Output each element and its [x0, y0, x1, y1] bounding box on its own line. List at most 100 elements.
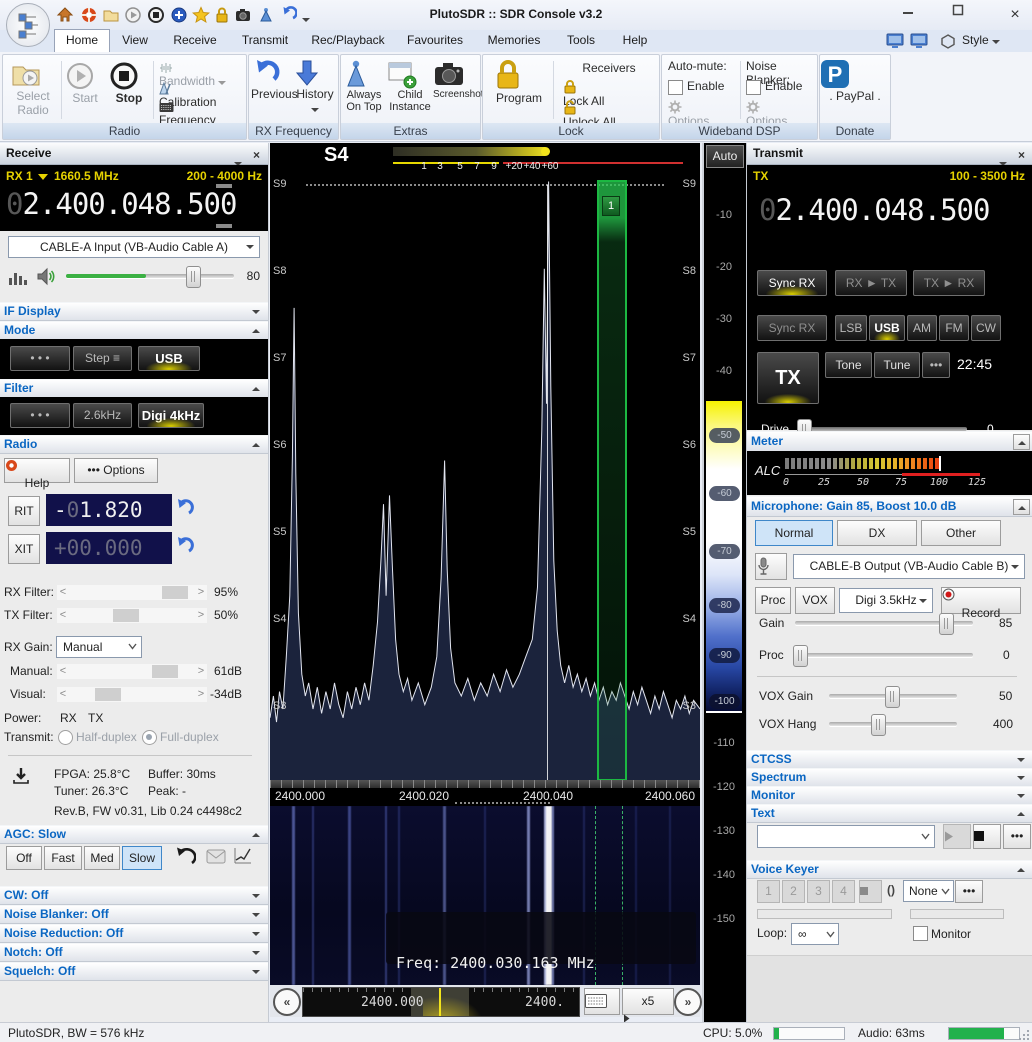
tx-bandwidth-select[interactable]: Digi 3.5kHz	[839, 588, 933, 613]
tx-frequency-digits[interactable]: 02.400.048.500	[759, 193, 989, 227]
vk-more-button[interactable]: •••	[955, 880, 983, 903]
tab-favourites[interactable]: Favourites	[398, 30, 472, 51]
rx-filter-scrollbar[interactable]: <>	[56, 584, 208, 601]
mode-more-button[interactable]: • • •	[10, 346, 70, 371]
noise-blanker-checkbox[interactable]	[746, 80, 761, 95]
tab-view[interactable]: View	[112, 30, 158, 51]
agc-undo-icon[interactable]	[172, 847, 196, 867]
vk-button-2[interactable]: 2	[782, 880, 805, 903]
xit-display[interactable]: +00.000	[46, 532, 172, 564]
mic-profile-other[interactable]: Other	[921, 520, 1001, 546]
vk-monitor-checkbox[interactable]	[913, 926, 928, 941]
monitor-2-icon[interactable]	[910, 33, 930, 49]
resize-grip[interactable]	[1018, 1029, 1030, 1041]
tone-button[interactable]: Tone	[825, 352, 872, 378]
tx-transmit-button[interactable]: TX	[757, 352, 819, 404]
vox-hang-knob[interactable]	[871, 714, 886, 736]
hexagon-icon[interactable]	[940, 34, 956, 49]
tab-help[interactable]: Help	[612, 30, 658, 51]
half-duplex-radio[interactable]	[58, 730, 73, 745]
section-noise-blanker[interactable]: Noise Blanker: Off	[0, 905, 268, 924]
auto-mute-enable[interactable]: Enable	[668, 79, 738, 100]
vk-preset-select[interactable]: None	[903, 880, 954, 902]
mode-usb-button[interactable]: USB	[138, 346, 200, 371]
app-menu-button[interactable]	[6, 3, 50, 47]
tab-transmit[interactable]: Transmit	[232, 30, 298, 51]
noise-blanker-enable[interactable]: Enable	[746, 79, 816, 100]
section-noise-reduction[interactable]: Noise Reduction: Off	[0, 924, 268, 943]
tx-mode-lsb[interactable]: LSB	[835, 315, 867, 341]
tx-mode-am[interactable]: AM	[907, 315, 937, 341]
section-filter[interactable]: Filter	[0, 379, 268, 398]
tab-rec-playback[interactable]: Rec/Playback	[304, 30, 392, 51]
maximize-button[interactable]	[952, 4, 982, 26]
splitter-handle[interactable]	[455, 802, 550, 804]
filter-26khz-button[interactable]: 2.6kHz	[73, 403, 132, 428]
lock-all-button[interactable]: Lock All	[563, 79, 655, 100]
radio-help-button[interactable]: Help	[4, 458, 70, 483]
auto-range-button[interactable]: Auto	[706, 145, 744, 168]
radio-options-button[interactable]: ••• Options	[74, 458, 158, 483]
digit-up-tick[interactable]	[216, 184, 232, 188]
channel-marker-band[interactable]: 1	[597, 180, 627, 780]
panel-close-icon[interactable]: ×	[1018, 145, 1025, 166]
proc-button[interactable]: Proc	[755, 587, 791, 614]
panel-close-icon[interactable]: ×	[253, 145, 260, 166]
tx-filter-scrollbar[interactable]: <>	[56, 607, 208, 624]
tab-home[interactable]: Home	[54, 29, 110, 53]
section-microphone[interactable]: Microphone: Gain 85, Boost 10.0 dB	[747, 496, 1032, 517]
mic-profile-normal[interactable]: Normal	[755, 520, 833, 546]
style-menu[interactable]: Style	[962, 33, 1000, 47]
record-button[interactable]: Record	[941, 587, 1021, 614]
screenshot-button[interactable]: Screenshot	[433, 59, 479, 100]
full-duplex-radio[interactable]	[142, 730, 157, 745]
tx-mode-fm[interactable]: FM	[939, 315, 969, 341]
vk-button-3[interactable]: 3	[807, 880, 830, 903]
section-radio[interactable]: Radio	[0, 435, 268, 454]
tune-button[interactable]: Tune	[874, 352, 920, 378]
tx-mode-cw[interactable]: CW	[971, 315, 1001, 341]
section-mode[interactable]: Mode	[0, 321, 268, 340]
program-lock-button[interactable]: Program	[493, 59, 545, 105]
manual-gain-scrollbar[interactable]: <>	[56, 663, 208, 680]
power-tx[interactable]: TX	[88, 711, 103, 725]
spectrum-plot[interactable]: 1 S9 S8 S7 S6 S5 S4 S3 S9 S8 S7 S6 S5 S4…	[270, 170, 700, 780]
vox-gain-knob[interactable]	[885, 686, 900, 708]
agc-med-button[interactable]: Med	[84, 846, 120, 870]
bandwidth-button[interactable]: Bandwidth	[159, 62, 243, 82]
text-play-button[interactable]	[943, 824, 971, 849]
tx-to-rx-button[interactable]: TX ► RX	[913, 270, 985, 296]
agc-off-button[interactable]: Off	[6, 846, 42, 870]
keyboard-entry-button[interactable]	[584, 988, 620, 1015]
mic-select-button[interactable]	[755, 553, 787, 580]
section-if-display[interactable]: IF Display	[0, 302, 268, 321]
section-ctcss[interactable]: CTCSS	[747, 750, 1032, 769]
collapse-button[interactable]	[1013, 434, 1030, 450]
visual-gain-scrollbar[interactable]: <>	[56, 686, 208, 703]
rit-display[interactable]: -01.820	[46, 494, 172, 526]
power-rx[interactable]: RX	[60, 711, 77, 725]
rit-reset-icon[interactable]	[172, 498, 194, 520]
rx-dropdown-icon[interactable]	[38, 174, 48, 180]
section-tx-spectrum[interactable]: Spectrum	[747, 768, 1032, 787]
frequency-ruler[interactable]	[270, 780, 700, 788]
section-meter[interactable]: Meter	[747, 431, 1032, 452]
mic-profile-dx[interactable]: DX	[837, 520, 917, 546]
gain-slider-knob[interactable]	[939, 613, 954, 635]
tab-receive[interactable]: Receive	[164, 30, 226, 51]
scroll-right-button[interactable]: »	[674, 988, 702, 1016]
section-notch[interactable]: Notch: Off	[0, 943, 268, 962]
loop-select[interactable]: ∞	[791, 923, 839, 945]
tx-sync-rx-button[interactable]: Sync RX	[757, 315, 827, 341]
auto-mute-checkbox[interactable]	[668, 80, 683, 95]
section-text[interactable]: Text	[747, 804, 1032, 823]
waterfall[interactable]: Freq: 2400.030.163 MHz Span: ±35.017 kHz	[270, 806, 700, 985]
vox-button[interactable]: VOX	[795, 587, 835, 614]
agc-fast-button[interactable]: Fast	[44, 846, 82, 870]
text-stop-button[interactable]	[973, 824, 1001, 849]
history-button[interactable]: History	[295, 59, 335, 115]
section-squelch[interactable]: Squelch: Off	[0, 962, 268, 981]
rit-button[interactable]: RIT	[8, 496, 40, 526]
paypal-button[interactable]: P . PayPal .	[820, 59, 890, 103]
sync-rx-button[interactable]: Sync RX	[757, 270, 827, 296]
